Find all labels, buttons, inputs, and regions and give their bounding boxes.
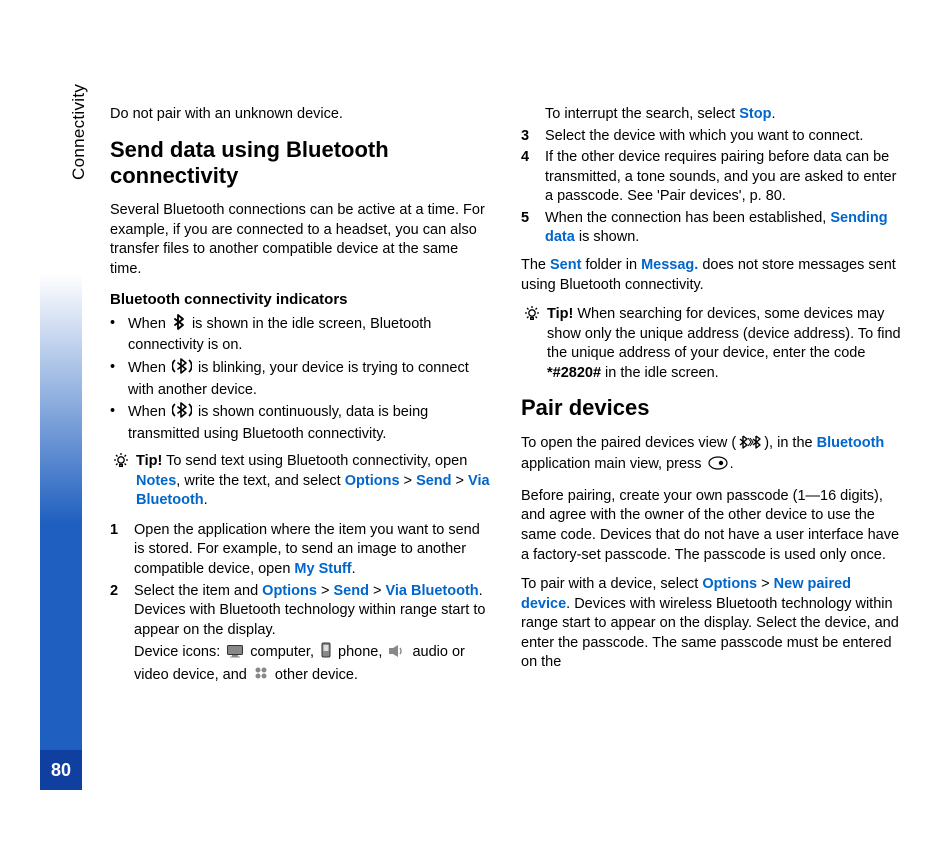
nav-right-icon [708,456,728,477]
bullet-3: • When is shown continuously, data is be… [110,402,491,444]
para-open-paired-view: To open the paired devices view ( ), in t… [521,434,902,477]
bullet-mark: • [110,314,128,356]
section-label: Connectivity [68,84,91,180]
link-send: Send [416,473,451,489]
step-2-sub: Device icons: computer, phone, audio or … [134,642,491,687]
s5a: When the connection has been established… [545,210,830,226]
link-bluetooth: Bluetooth [817,435,885,451]
tip-gt1: > [400,473,417,489]
step-num: 2 [110,582,134,641]
link-my-stuff: My Stuff [294,561,351,577]
other-device-icon [253,665,269,688]
link-sent: Sent [550,257,581,273]
bullet-2: • When is blinking, your device is tryin… [110,358,491,400]
link-options: Options [345,473,400,489]
para-several-connections: Several Bluetooth connections can be act… [110,201,491,279]
p1a: To interrupt the search, select [545,106,739,122]
side-gradient-mid [40,524,82,750]
right-column: To interrupt the search, select Stop. 3 … [521,105,902,693]
bluetooth-paren-icon [172,358,192,381]
step-num: 1 [110,521,134,580]
tip-t1: To send text using Bluetooth connectivit… [162,453,467,469]
s3-text: Select the device with which you want to… [545,127,902,147]
bullet-mark: • [110,358,128,400]
link-notes: Notes [136,473,176,489]
tip-block-2: Tip! When searching for devices, some de… [521,305,902,383]
link-options: Options [702,576,757,592]
b3-text-a: When [128,404,170,420]
tip-block-1: Tip! To send text using Bluetooth connec… [110,452,491,511]
p2b: folder in [581,257,641,273]
heading-indicators: Bluetooth connectivity indicators [110,290,491,310]
s2c-e: other device. [275,667,358,683]
bluetooth-pair-icon [738,435,762,456]
link-stop: Stop [739,106,771,122]
s2c-b: computer, [250,644,318,660]
link-options: Options [262,583,317,599]
step-2-cont: To interrupt the search, select Stop. [545,105,902,125]
b2-text-a: When [128,360,170,376]
b1-text-a: When [128,316,170,332]
step-5: 5 When the connection has been establish… [521,209,902,248]
p3c: application main view, press [521,456,706,472]
s2c-a: Device icons: [134,644,224,660]
computer-icon [226,644,244,665]
tip2-t1: When searching for devices, some devices… [547,306,901,361]
bullet-mark: • [110,402,128,444]
tip-lightbulb-icon [523,305,541,330]
s2gt2: > [369,583,386,599]
s5b: is shown. [575,229,639,245]
para-do-not-pair: Do not pair with an unknown device. [110,105,491,125]
step-1: 1 Open the application where the item yo… [110,521,491,580]
tip-t3: . [204,492,208,508]
heading-send-data: Send data using Bluetooth connectivity [110,137,491,190]
s4-text: If the other device requires pairing bef… [545,148,902,207]
para-before-pairing: Before pairing, create your own passcode… [521,487,902,565]
step-4: 4 If the other device requires pairing b… [521,148,902,207]
step-2: 2 Select the item and Options > Send > V… [110,582,491,641]
p3d: . [730,456,734,472]
step-num: 4 [521,148,545,207]
link-send: Send [333,583,368,599]
tip-t2: , write the text, and select [176,473,344,489]
bullet-1: • When is shown in the idle screen, Blue… [110,314,491,356]
para-to-pair: To pair with a device, select Options > … [521,575,902,673]
link-via-bluetooth: Via Bluetooth [385,583,478,599]
s1b: . [352,561,356,577]
para-sent-folder: The Sent folder in Messag. does not stor… [521,256,902,295]
p5b: . Devices with wireless Bluetooth techno… [521,596,899,671]
s2gt1: > [317,583,334,599]
s2c-c: phone, [338,644,386,660]
p2a: The [521,257,550,273]
left-column: Do not pair with an unknown device. Send… [110,105,491,693]
audio-video-icon [388,644,406,665]
code-2820: *#2820# [547,365,601,381]
heading-pair-devices: Pair devices [521,395,902,421]
bluetooth-plain-icon [172,314,186,337]
p1b: . [771,106,775,122]
tip-gt2: > [452,473,469,489]
tip-lightbulb-icon [112,452,130,477]
step-3: 3 Select the device with which you want … [521,127,902,147]
p5gt: > [757,576,774,592]
phone-icon [320,642,332,665]
p5a: To pair with a device, select [521,576,702,592]
indicator-bullets: • When is shown in the idle screen, Blue… [110,314,491,444]
bluetooth-paren-icon [172,402,192,425]
tip2-t2: in the idle screen. [601,365,719,381]
tip-label: Tip! [136,453,162,469]
tip-label: Tip! [547,306,573,322]
s2a: Select the item and [134,583,262,599]
page-number-box: 80 [40,750,82,790]
page-number: 80 [51,758,71,782]
link-messag: Messag. [641,257,698,273]
p3b: ), in the [764,435,816,451]
p3a: To open the paired devices view ( [521,435,736,451]
step-num: 5 [521,209,545,248]
step-num: 3 [521,127,545,147]
